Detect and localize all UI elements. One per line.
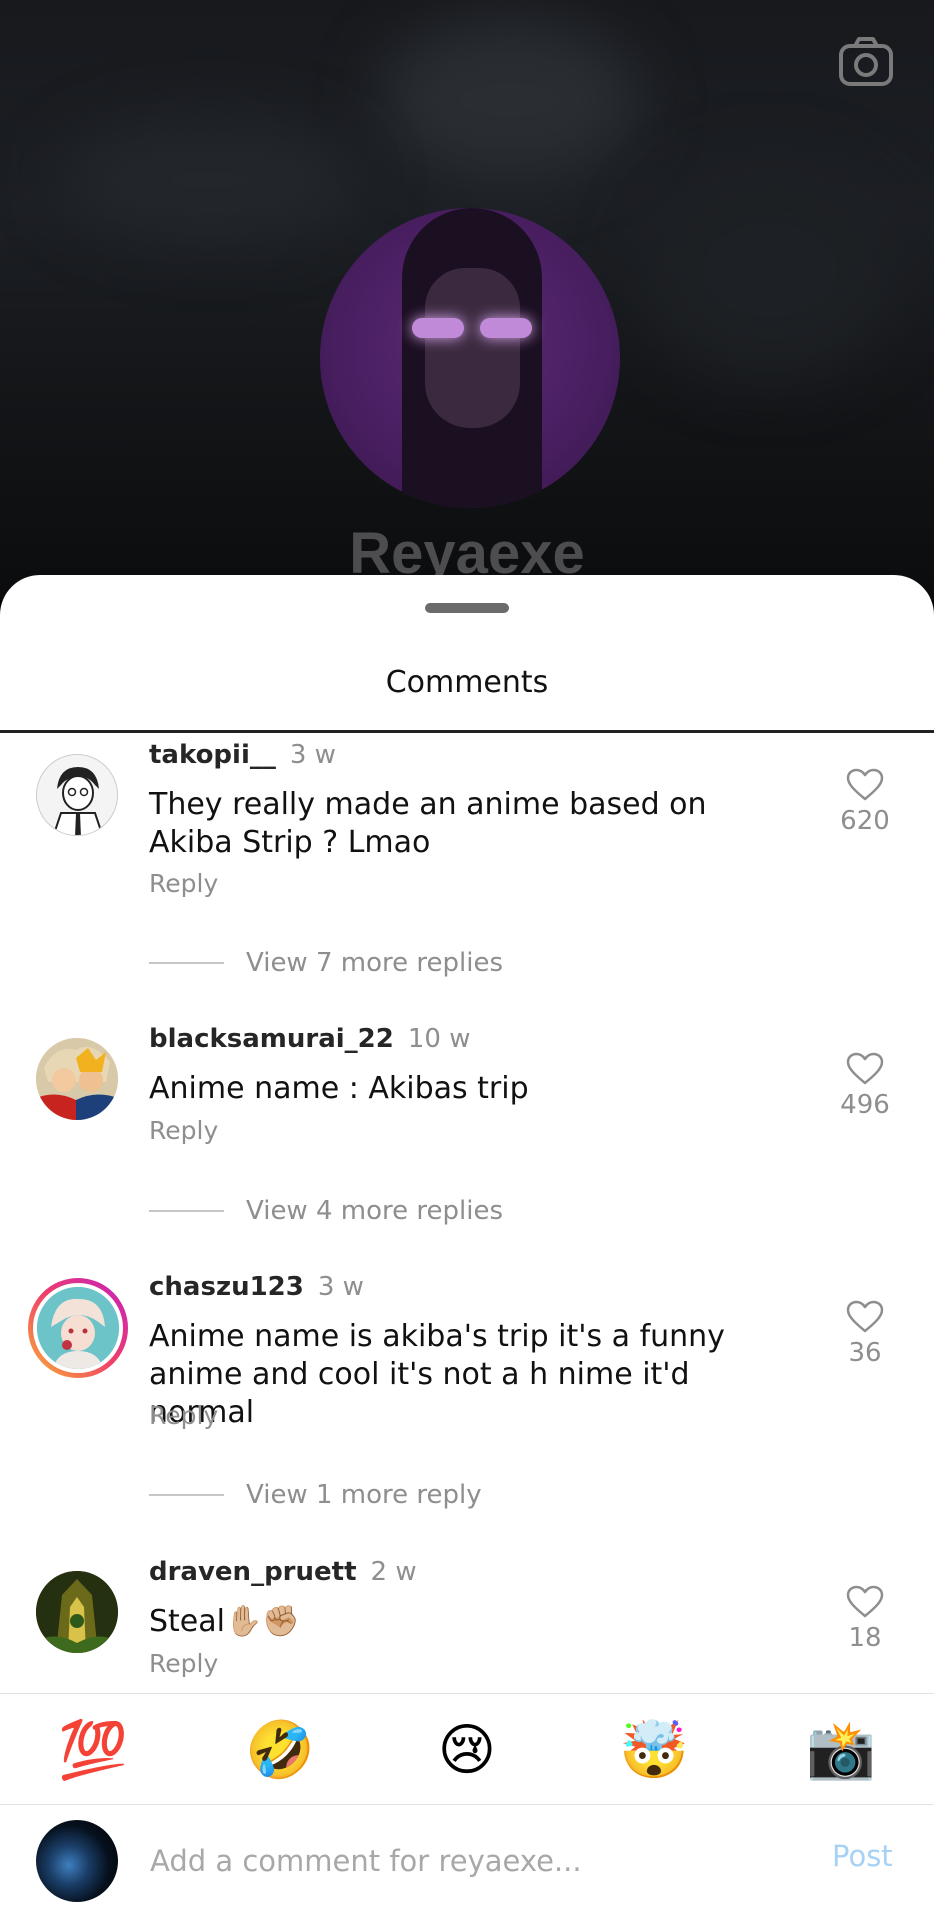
replies-divider — [149, 1494, 224, 1496]
like-count: 496 — [840, 1090, 890, 1120]
timestamp: 10 w — [407, 1024, 471, 1054]
comment-meta: draven_pruett 2 w — [149, 1557, 417, 1587]
heart-outline-icon — [846, 1300, 884, 1333]
view-replies-label: View 1 more reply — [246, 1480, 482, 1510]
camera-icon[interactable] — [836, 32, 896, 92]
timestamp: 2 w — [370, 1557, 417, 1587]
comment-meta: blacksamurai_22 10 w — [149, 1024, 470, 1054]
like-button[interactable]: 496 — [825, 1052, 905, 1120]
view-replies-button[interactable]: View 4 more replies — [149, 1196, 503, 1226]
like-button[interactable]: 36 — [825, 1300, 905, 1368]
view-replies-label: View 7 more replies — [246, 948, 503, 978]
profile-avatar[interactable] — [320, 208, 620, 508]
avatar[interactable] — [36, 754, 118, 836]
current-user-avatar — [36, 1820, 118, 1902]
comment-text: Anime name : Akibas trip — [149, 1071, 529, 1106]
heart-outline-icon — [846, 1585, 884, 1618]
avatar-story-ring[interactable] — [28, 1278, 128, 1378]
view-replies-label: View 4 more replies — [246, 1196, 503, 1226]
username[interactable]: draven_pruett — [149, 1557, 357, 1587]
heart-outline-icon — [846, 1052, 884, 1085]
title-divider — [0, 730, 934, 733]
like-button[interactable]: 620 — [825, 768, 905, 836]
heart-outline-icon — [846, 768, 884, 801]
username[interactable]: chaszu123 — [149, 1272, 304, 1302]
avatar — [33, 1283, 123, 1373]
timestamp: 3 w — [289, 740, 336, 770]
like-count: 36 — [848, 1338, 882, 1368]
emoji-crying-button[interactable]: 😢 — [432, 1716, 502, 1786]
username[interactable]: blacksamurai_22 — [149, 1024, 394, 1054]
drag-handle[interactable] — [425, 603, 509, 613]
replies-divider — [149, 1210, 224, 1212]
comment-text: Anime name is akiba's trip it's a funny … — [149, 1319, 725, 1430]
reply-button[interactable]: Reply — [149, 1116, 218, 1145]
reply-button[interactable]: Reply — [149, 1649, 218, 1678]
comment-meta: chaszu123 3 w — [149, 1272, 364, 1302]
like-count: 18 — [848, 1623, 882, 1653]
reply-button[interactable]: Reply — [149, 1401, 218, 1430]
reel-background: Reyaexe — [0, 0, 934, 600]
post-button[interactable]: Post — [832, 1839, 893, 1873]
reply-button[interactable]: Reply — [149, 869, 218, 898]
timestamp: 3 w — [317, 1272, 364, 1302]
comment-input[interactable] — [150, 1833, 790, 1889]
emoji-camera-flash-button[interactable]: 📸 — [806, 1716, 876, 1786]
emoji-quick-bar: 💯 🤣 😢 🤯 📸 — [0, 1693, 934, 1805]
comment-text: Steal✋🏼✊🏼 — [149, 1604, 300, 1639]
emoji-exploding-head-button[interactable]: 🤯 — [619, 1716, 689, 1786]
avatar[interactable] — [36, 1571, 118, 1653]
avatar[interactable] — [36, 1038, 118, 1120]
like-count: 620 — [840, 806, 890, 836]
replies-divider — [149, 962, 224, 964]
comment-input-bar: Post — [0, 1805, 934, 1920]
username[interactable]: takopii__ — [149, 740, 276, 770]
like-button[interactable]: 18 — [825, 1585, 905, 1653]
comment-meta: takopii__ 3 w — [149, 740, 336, 770]
emoji-rofl-button[interactable]: 🤣 — [245, 1716, 315, 1786]
view-replies-button[interactable]: View 1 more reply — [149, 1480, 482, 1510]
view-replies-button[interactable]: View 7 more replies — [149, 948, 503, 978]
comment-text: They really made an anime based on Akiba… — [149, 787, 707, 860]
emoji-hundred-button[interactable]: 💯 — [58, 1716, 128, 1786]
sheet-title: Comments — [385, 665, 549, 700]
